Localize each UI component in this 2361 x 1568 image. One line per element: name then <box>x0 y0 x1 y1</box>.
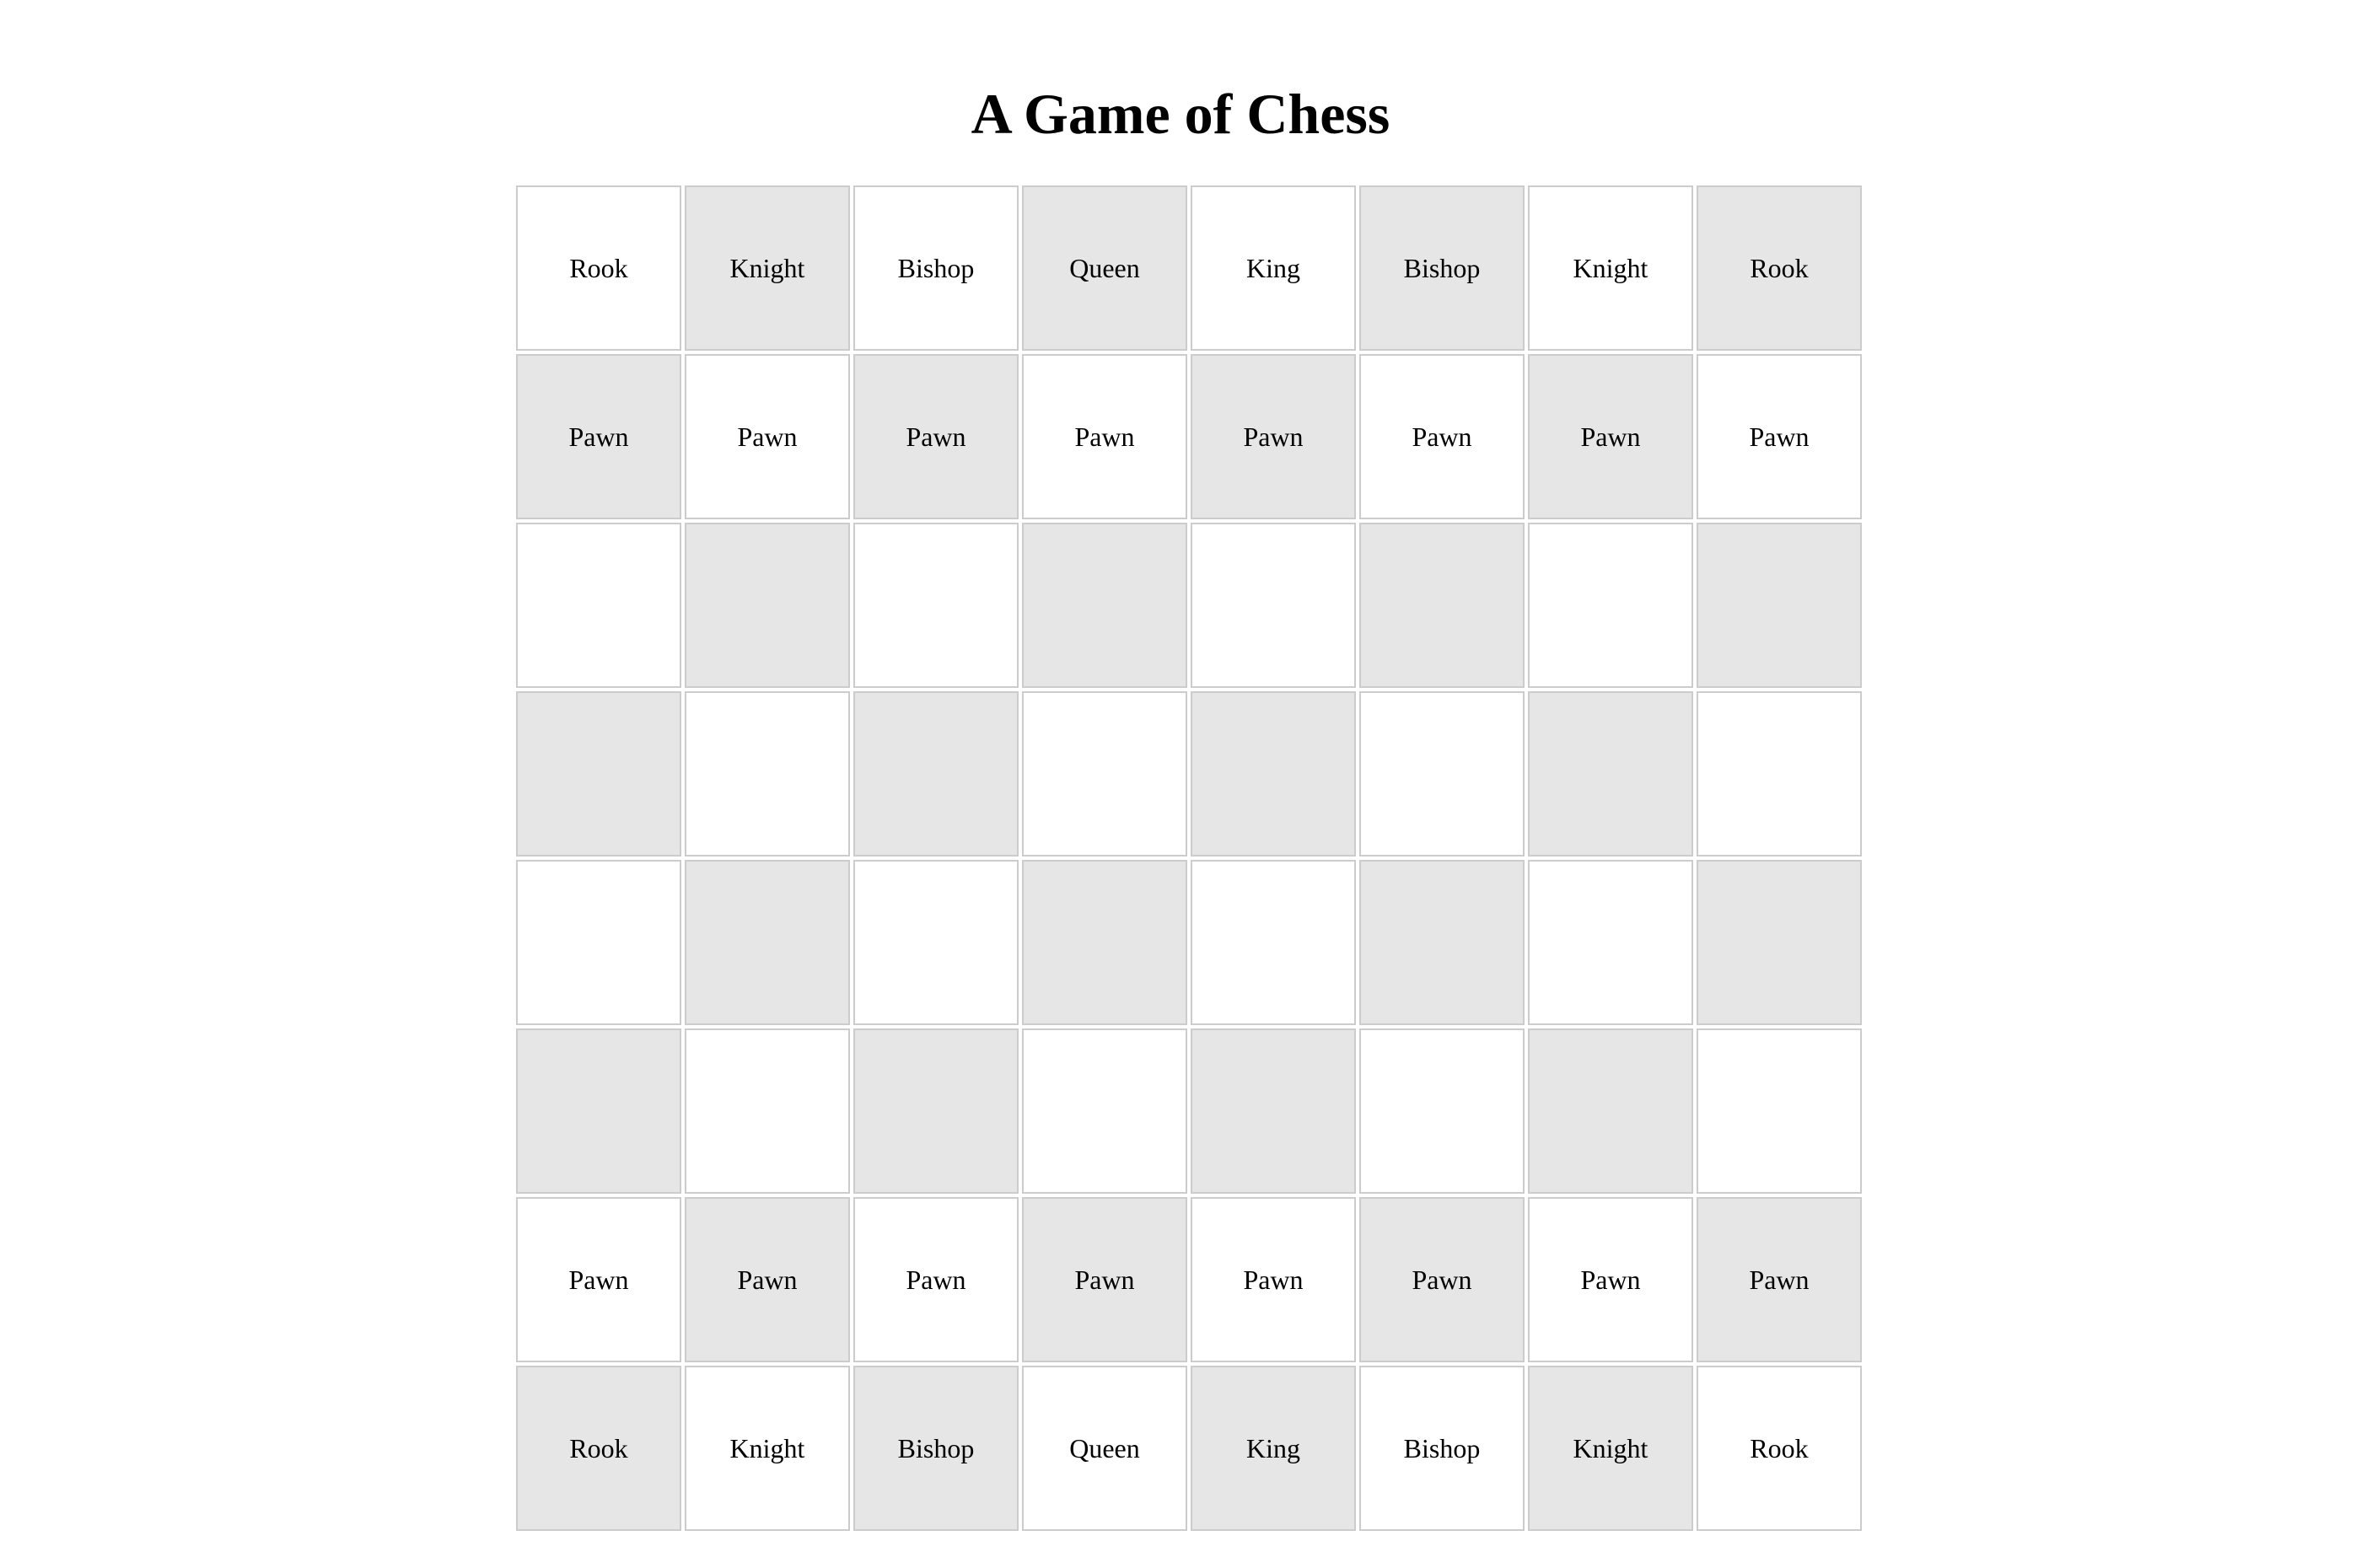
square-empty[interactable] <box>516 1028 681 1194</box>
square-empty[interactable] <box>1528 691 1693 856</box>
chess-board: Rook Knight Bishop Queen King Bishop Knight Roo… <box>516 185 1862 1531</box>
square-pawn[interactable]: Pawn <box>853 354 1019 519</box>
square-rook[interactable]: Rook <box>516 1366 681 1531</box>
square-empty[interactable] <box>1191 860 1356 1025</box>
square-empty[interactable] <box>853 691 1019 856</box>
square-queen[interactable]: Queen <box>1022 1366 1187 1531</box>
square-bishop[interactable]: Bishop <box>1359 1366 1525 1531</box>
square-empty[interactable] <box>1697 523 1862 688</box>
square-empty[interactable] <box>1359 1028 1525 1194</box>
square-knight[interactable]: Knight <box>1528 1366 1693 1531</box>
square-empty[interactable] <box>853 860 1019 1025</box>
square-empty[interactable] <box>853 1028 1019 1194</box>
square-pawn[interactable]: Pawn <box>1191 354 1356 519</box>
square-empty[interactable] <box>1528 1028 1693 1194</box>
square-rook[interactable]: Rook <box>1697 1366 1862 1531</box>
square-empty[interactable] <box>1191 1028 1356 1194</box>
square-pawn[interactable]: Pawn <box>1697 354 1862 519</box>
square-rook[interactable]: Rook <box>516 185 681 351</box>
square-empty[interactable] <box>516 860 681 1025</box>
square-empty[interactable] <box>516 691 681 856</box>
square-empty[interactable] <box>1022 523 1187 688</box>
square-empty[interactable] <box>685 691 850 856</box>
square-empty[interactable] <box>1191 691 1356 856</box>
square-empty[interactable] <box>1359 691 1525 856</box>
square-pawn[interactable]: Pawn <box>516 1197 681 1362</box>
square-empty[interactable] <box>516 523 681 688</box>
square-empty[interactable] <box>1528 523 1693 688</box>
square-empty[interactable] <box>1697 691 1862 856</box>
square-empty[interactable] <box>1359 860 1525 1025</box>
square-pawn[interactable]: Pawn <box>1697 1197 1862 1362</box>
square-empty[interactable] <box>1191 523 1356 688</box>
square-empty[interactable] <box>685 1028 850 1194</box>
square-pawn[interactable]: Pawn <box>685 1197 850 1362</box>
square-bishop[interactable]: Bishop <box>853 1366 1019 1531</box>
square-pawn[interactable]: Pawn <box>685 354 850 519</box>
square-empty[interactable] <box>1697 1028 1862 1194</box>
square-empty[interactable] <box>1022 691 1187 856</box>
square-knight[interactable]: Knight <box>1528 185 1693 351</box>
square-rook[interactable]: Rook <box>1697 185 1862 351</box>
square-pawn[interactable]: Pawn <box>1191 1197 1356 1362</box>
square-empty[interactable] <box>1022 860 1187 1025</box>
square-queen[interactable]: Queen <box>1022 185 1187 351</box>
square-empty[interactable] <box>685 860 850 1025</box>
square-king[interactable]: King <box>1191 1366 1356 1531</box>
square-pawn[interactable]: Pawn <box>1359 1197 1525 1362</box>
square-pawn[interactable]: Pawn <box>853 1197 1019 1362</box>
square-bishop[interactable]: Bishop <box>853 185 1019 351</box>
square-pawn[interactable]: Pawn <box>1359 354 1525 519</box>
square-empty[interactable] <box>685 523 850 688</box>
square-empty[interactable] <box>1359 523 1525 688</box>
square-pawn[interactable]: Pawn <box>1528 1197 1693 1362</box>
page-title: A Game of Chess <box>971 82 1390 146</box>
square-empty[interactable] <box>853 523 1019 688</box>
square-pawn[interactable]: Pawn <box>1022 354 1187 519</box>
square-bishop[interactable]: Bishop <box>1359 185 1525 351</box>
square-pawn[interactable]: Pawn <box>1528 354 1693 519</box>
square-empty[interactable] <box>1697 860 1862 1025</box>
square-pawn[interactable]: Pawn <box>1022 1197 1187 1362</box>
square-king[interactable]: King <box>1191 185 1356 351</box>
square-knight[interactable]: Knight <box>685 1366 850 1531</box>
square-empty[interactable] <box>1528 860 1693 1025</box>
square-knight[interactable]: Knight <box>685 185 850 351</box>
square-empty[interactable] <box>1022 1028 1187 1194</box>
square-pawn[interactable]: Pawn <box>516 354 681 519</box>
